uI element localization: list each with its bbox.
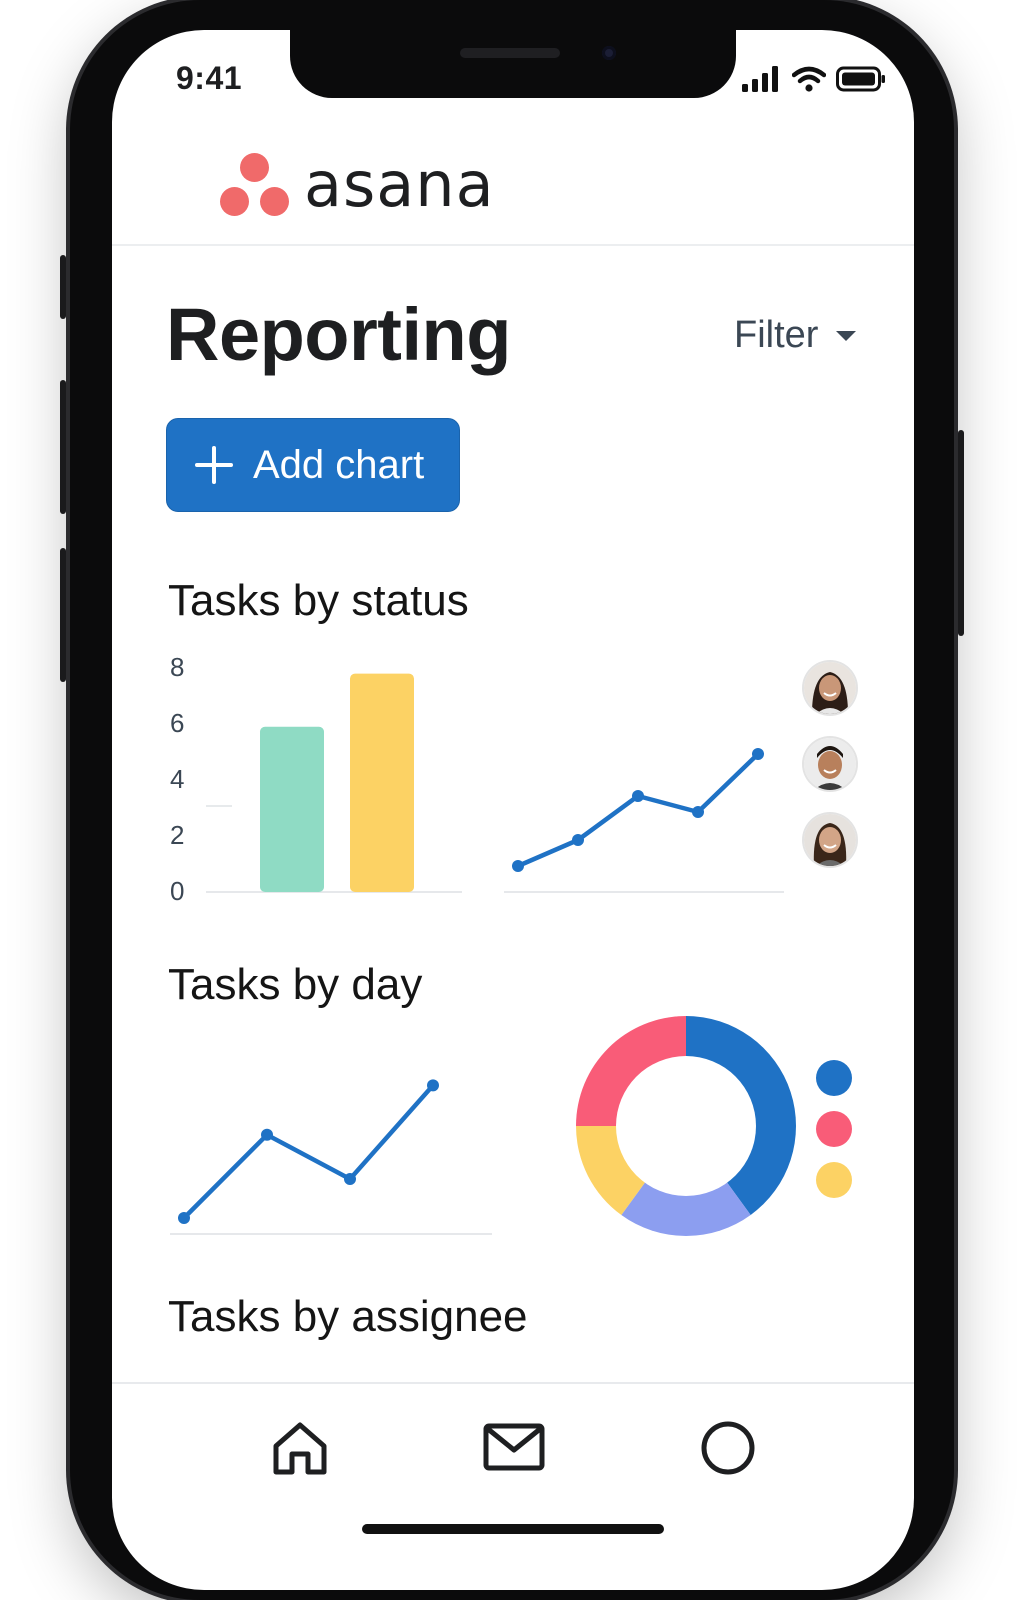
- signal-icon: [742, 66, 778, 92]
- filter-dropdown[interactable]: Filter: [734, 314, 857, 357]
- legend-dot: [816, 1060, 852, 1096]
- data-point: [752, 748, 764, 760]
- asana-wordmark: asana: [304, 148, 495, 221]
- avatar-man[interactable]: [804, 738, 856, 790]
- tab-profile[interactable]: [698, 1420, 758, 1476]
- status-icons: [742, 66, 886, 92]
- filter-label: Filter: [734, 314, 819, 356]
- tab-home[interactable]: [270, 1420, 330, 1476]
- notch: [290, 30, 736, 98]
- avatar-woman-2[interactable]: [804, 814, 856, 866]
- donut-chart: [576, 1016, 796, 1236]
- person-icon: [804, 814, 856, 866]
- data-point: [261, 1128, 273, 1141]
- tab-bar-divider: [112, 1382, 914, 1384]
- add-chart-label: Add chart: [253, 442, 425, 487]
- asana-logo-icon: [220, 152, 290, 217]
- wifi-icon: [792, 66, 826, 92]
- page-title: Reporting: [166, 293, 511, 376]
- chevron-down-icon: [836, 330, 857, 341]
- home-indicator: [362, 1524, 664, 1534]
- data-point: [632, 790, 644, 802]
- series-points: [178, 1079, 439, 1224]
- camera-icon: [602, 46, 616, 60]
- bar-in-progress: [350, 673, 414, 892]
- data-point: [512, 860, 524, 872]
- person-icon: [804, 662, 856, 714]
- legend-dot: [816, 1111, 852, 1147]
- series-line: [182, 1083, 435, 1220]
- data-point: [178, 1212, 190, 1224]
- phone-screen: 9:41 asana Reporting Filter Add chart Ta…: [112, 30, 914, 1590]
- add-chart-button[interactable]: Add chart: [166, 418, 460, 512]
- mail-icon: [483, 1423, 545, 1471]
- battery-icon: [836, 66, 885, 92]
- plus-icon: [195, 446, 233, 484]
- power-button: [958, 430, 964, 636]
- data-point: [692, 806, 704, 818]
- data-point: [427, 1079, 439, 1092]
- volume-up-button: [60, 380, 66, 514]
- status-time: 9:41: [176, 60, 243, 96]
- status-line-chart: [504, 748, 784, 893]
- circle-icon: [701, 1421, 755, 1475]
- donut-hole: [616, 1056, 756, 1196]
- section-title-assignee: Tasks by assignee: [168, 1292, 528, 1341]
- section-title-day: Tasks by day: [168, 960, 423, 1009]
- section-title-status: Tasks by status: [168, 576, 469, 625]
- speaker: [460, 48, 560, 58]
- tab-inbox[interactable]: [482, 1420, 546, 1476]
- legend-dot: [816, 1162, 852, 1198]
- asana-logo: asana: [220, 148, 495, 221]
- home-icon: [273, 1422, 327, 1475]
- data-point: [344, 1173, 356, 1185]
- avatar-woman-1[interactable]: [804, 662, 856, 714]
- silent-switch: [60, 255, 66, 319]
- person-icon: [804, 738, 856, 790]
- data-point: [572, 834, 584, 846]
- day-line-chart: [170, 1079, 492, 1235]
- volume-down-button: [60, 548, 66, 682]
- header-divider: [112, 244, 914, 246]
- series-line: [517, 752, 760, 869]
- bar-todo: [260, 726, 324, 892]
